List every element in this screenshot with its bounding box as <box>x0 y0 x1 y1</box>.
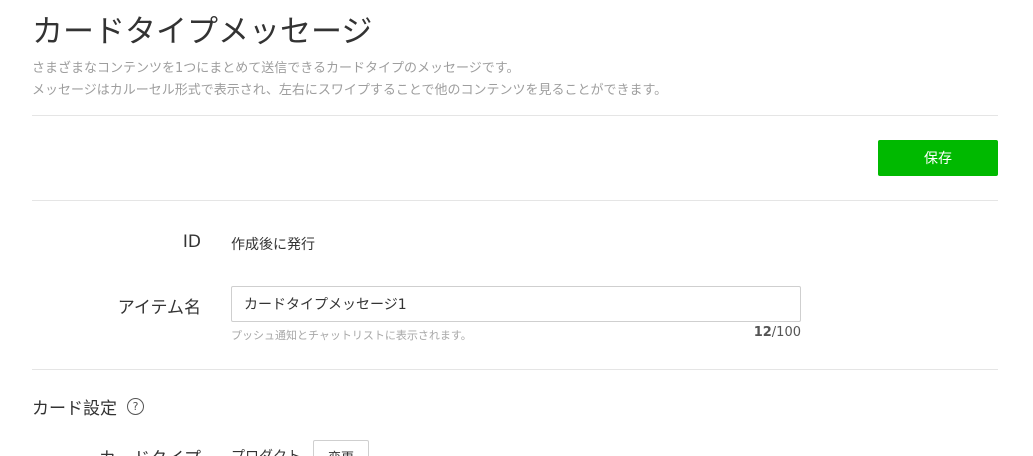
save-button[interactable]: 保存 <box>878 140 998 176</box>
card-settings-title: カード設定 <box>32 399 117 419</box>
item-name-input[interactable] <box>231 286 801 322</box>
card-type-value: プロダクト <box>231 446 301 456</box>
card-message-editor: カードタイプメッセージ さまざまなコンテンツを1つにまとめて送信できるカードタイ… <box>0 0 1033 456</box>
char-counter: 12/100 <box>754 325 801 340</box>
id-value: 作成後に発行 <box>231 237 315 253</box>
toolbar-divider <box>32 200 998 201</box>
char-count-current: 12 <box>753 325 772 340</box>
header-divider <box>32 115 998 116</box>
id-label: ID <box>182 232 201 252</box>
item-name-hint: プッシュ通知とチャットリストに表示されます。 <box>231 329 472 342</box>
card-settings-heading: カード設定 ? <box>32 394 144 419</box>
section-divider <box>32 369 998 370</box>
page-description-line1: さまざまなコンテンツを1つにまとめて送信できるカードタイプのメッセージです。 <box>32 61 520 76</box>
help-icon[interactable]: ? <box>127 398 144 415</box>
change-card-type-button[interactable]: 変更 <box>313 440 369 456</box>
page-title: カードタイプメッセージ <box>32 14 373 50</box>
page-description-line2: メッセージはカルーセル形式で表示され、左右にスワイプすることで他のコンテンツを見… <box>32 83 668 98</box>
card-type-label: カードタイプ <box>99 444 201 456</box>
item-name-label: アイテム名 <box>117 298 201 318</box>
char-count-max: /100 <box>771 325 801 340</box>
